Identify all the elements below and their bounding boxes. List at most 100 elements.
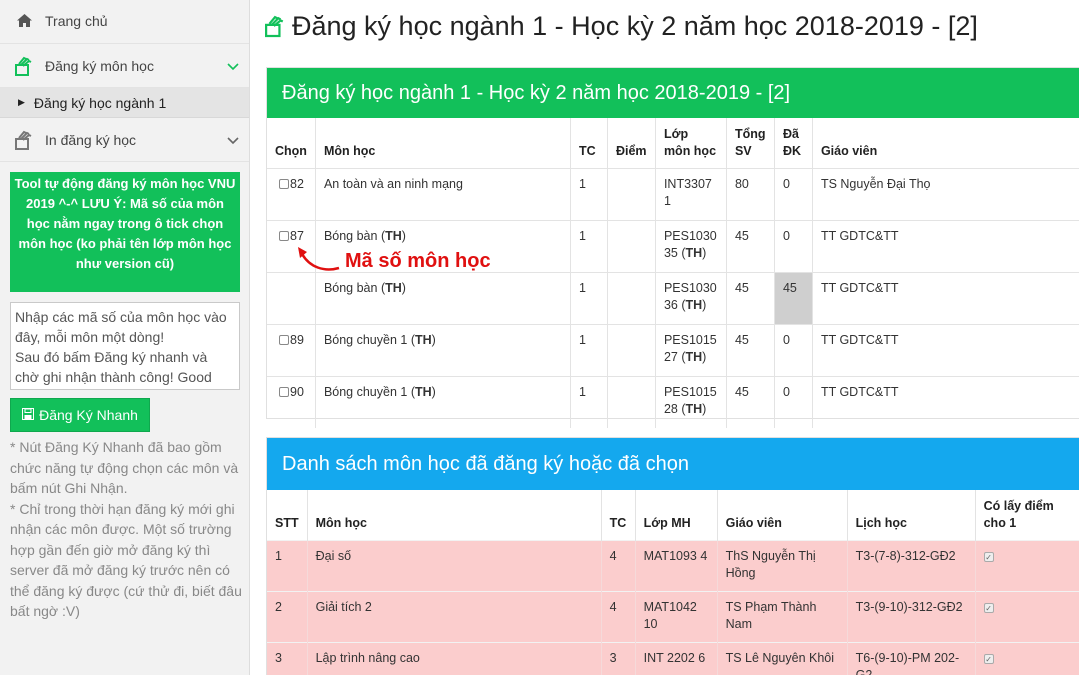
column-header: Tổng SV — [726, 118, 775, 168]
column-header: STT — [267, 490, 308, 540]
sidebar: Trang chủ Đăng ký môn học ▶ Đăng ký học … — [0, 0, 250, 675]
panel-heading: Danh sách môn học đã đăng ký hoặc đã chọ… — [267, 438, 1079, 490]
class-cell: PES1030 36 (TH) — [655, 271, 727, 324]
caret-right-icon: ▶ — [18, 97, 25, 107]
subject-cell: Lập trình nâng cao — [307, 641, 602, 675]
sidebar-item-label: Trang chủ — [45, 12, 108, 29]
grade-cell: ✓ — [975, 539, 1079, 591]
sidebar-item-course-registration[interactable]: Đăng ký môn học — [0, 44, 249, 88]
teacher-cell: TT GDTC&TT — [812, 219, 1079, 272]
total-cell: 45 — [726, 323, 775, 376]
chevron-down-icon — [227, 132, 239, 148]
select-cell: 90 — [267, 375, 316, 428]
course-checkbox[interactable] — [279, 334, 289, 345]
tool-notice-box: Tool tự động đăng ký môn học VNU 2019 ^-… — [10, 172, 240, 292]
total-cell: 80 — [726, 167, 775, 220]
stt-cell: 1 — [267, 539, 308, 591]
table-header-row: STT Môn học TC Lớp MH Giáo viên Lịch học… — [267, 490, 1079, 540]
grade-cell: ✓ — [975, 590, 1079, 642]
grade-checkbox[interactable]: ✓ — [983, 602, 994, 613]
class-cell: INT3307 1 — [655, 167, 727, 220]
curved-arrow-icon — [298, 247, 340, 271]
annotation: Mã số môn học — [297, 246, 491, 276]
subject-cell: Đại số — [307, 539, 602, 591]
panel-heading: Đăng ký học ngành 1 - Học kỳ 2 năm học 2… — [267, 68, 1079, 118]
column-header: Lịch học — [847, 490, 976, 540]
class-cell: MAT1093 4 — [635, 539, 718, 591]
registered-cell: 0 — [774, 219, 813, 272]
credits-cell: 1 — [570, 375, 608, 428]
column-header: Điểm — [607, 118, 656, 168]
sidebar-item-label: In đăng ký học — [45, 131, 137, 148]
credits-cell: 4 — [601, 590, 636, 642]
register-icon — [14, 56, 34, 76]
table-row: 3 Lập trình nâng cao 3 INT 2202 6 TS Lê Nguy… — [267, 641, 1079, 675]
table-row: 2 Giải tích 2 4 MAT1042 10 TS Phạm Thành Nam… — [267, 590, 1079, 642]
subject-cell: Giải tích 2 — [307, 590, 602, 642]
schedule-cell: T3-(7-8)-312-GĐ2 — [847, 539, 976, 591]
course-code: 87 — [290, 228, 304, 243]
course-code: 90 — [290, 384, 304, 399]
credits-cell: 1 — [570, 323, 608, 376]
teacher-cell: TS Phạm Thành Nam — [717, 590, 848, 642]
table-row: 1 Đại số 4 MAT1093 4 ThS Nguyễn Thị Hồng T3-(… — [267, 539, 1079, 591]
schedule-cell: T3-(9-10)-312-GĐ2 — [847, 590, 976, 642]
credits-cell: 4 — [601, 539, 636, 591]
class-cell: MAT1042 10 — [635, 590, 718, 642]
column-header: Lớp MH — [635, 490, 718, 540]
select-cell: 82 — [267, 167, 316, 220]
course-code: 82 — [290, 176, 304, 191]
subject-cell: Bóng chuyền 1 (TH) — [315, 323, 571, 376]
column-header: Có lấy điểm cho 1 — [983, 498, 1054, 530]
column-header: Giáo viên — [717, 490, 848, 540]
credits-cell: 1 — [570, 271, 608, 324]
column-header: Chọn — [267, 118, 316, 168]
sidebar-item-major-1[interactable]: ▶ Đăng ký học ngành 1 — [0, 88, 249, 118]
sidebar-item-print[interactable]: In đăng ký học — [0, 118, 249, 162]
select-cell: 89 — [267, 323, 316, 376]
grade-checkbox[interactable]: ✓ — [983, 551, 994, 562]
column-header: Môn học — [307, 490, 602, 540]
table-header-row: Chọn Môn học TC Điểm Lớp môn học Tổng SV… — [267, 118, 1079, 168]
registered-cell: 0 — [774, 167, 813, 220]
teacher-cell: TS Lê Nguyên Khôi — [717, 641, 848, 675]
column-header: Đã ĐK — [774, 118, 813, 168]
credits-cell: 1 — [570, 167, 608, 220]
sidebar-item-home[interactable]: Trang chủ — [0, 0, 249, 44]
note-text: * Nút Đăng Ký Nhanh đã bao gồm chức năng… — [10, 439, 239, 496]
table-row: 89 Bóng chuyền 1 (TH) 1 PES1015 27 (TH) 45 0 T… — [267, 323, 1079, 376]
schedule-cell: T6-(9-10)-PM 202-G2 — [847, 641, 976, 675]
course-checkbox[interactable] — [279, 386, 289, 397]
class-cell: PES1015 28 (TH) — [655, 375, 727, 428]
column-header: Môn học — [315, 118, 571, 168]
score-cell — [607, 219, 656, 272]
main-content: Đăng ký học ngành 1 - Học kỳ 2 năm học 2… — [251, 0, 1079, 675]
column-header: Lớp môn học — [655, 118, 727, 168]
table-row: 90 Bóng chuyền 1 (TH) 1 PES1015 28 (TH) 45 0 T… — [267, 375, 1079, 428]
grade-checkbox[interactable]: ✓ — [983, 653, 994, 664]
subject-cell: Bóng bàn (TH) — [315, 271, 571, 324]
total-cell: 45 — [726, 375, 775, 428]
registered-table: STT Môn học TC Lớp MH Giáo viên Lịch học… — [267, 490, 1079, 675]
teacher-cell: ThS Nguyễn Thị Hồng — [717, 539, 848, 591]
credits-cell: 3 — [601, 641, 636, 675]
page-title: Đăng ký học ngành 1 - Học kỳ 2 năm học 2… — [265, 6, 978, 46]
stt-cell: 2 — [267, 590, 308, 642]
table-row: 82 An toàn và an ninh mạng 1 INT3307 1 80 0 TS… — [267, 167, 1079, 220]
course-code-input[interactable]: Nhập các mã số của môn học vào đây, mỗi … — [10, 302, 240, 390]
page-title-text: Đăng ký học ngành 1 - Học kỳ 2 năm học 2… — [292, 10, 978, 41]
course-checkbox[interactable] — [279, 230, 289, 241]
stt-cell: 3 — [267, 641, 308, 675]
class-cell: INT 2202 6 — [635, 641, 718, 675]
column-header: TC — [570, 118, 608, 168]
score-cell — [607, 167, 656, 220]
credits-cell: 1 — [570, 219, 608, 272]
column-header: Giáo viên — [820, 143, 878, 158]
note-text: * Chỉ trong thời hạn đăng ký mới ghi nhậ… — [10, 500, 242, 620]
column-header: TC — [601, 490, 636, 540]
quick-register-button[interactable]: Đăng Ký Nhanh — [10, 398, 150, 432]
score-cell — [607, 375, 656, 428]
course-checkbox[interactable] — [279, 178, 289, 189]
registered-cell: 45 — [774, 271, 813, 324]
subject-cell: Bóng chuyền 1 (TH) — [315, 375, 571, 428]
